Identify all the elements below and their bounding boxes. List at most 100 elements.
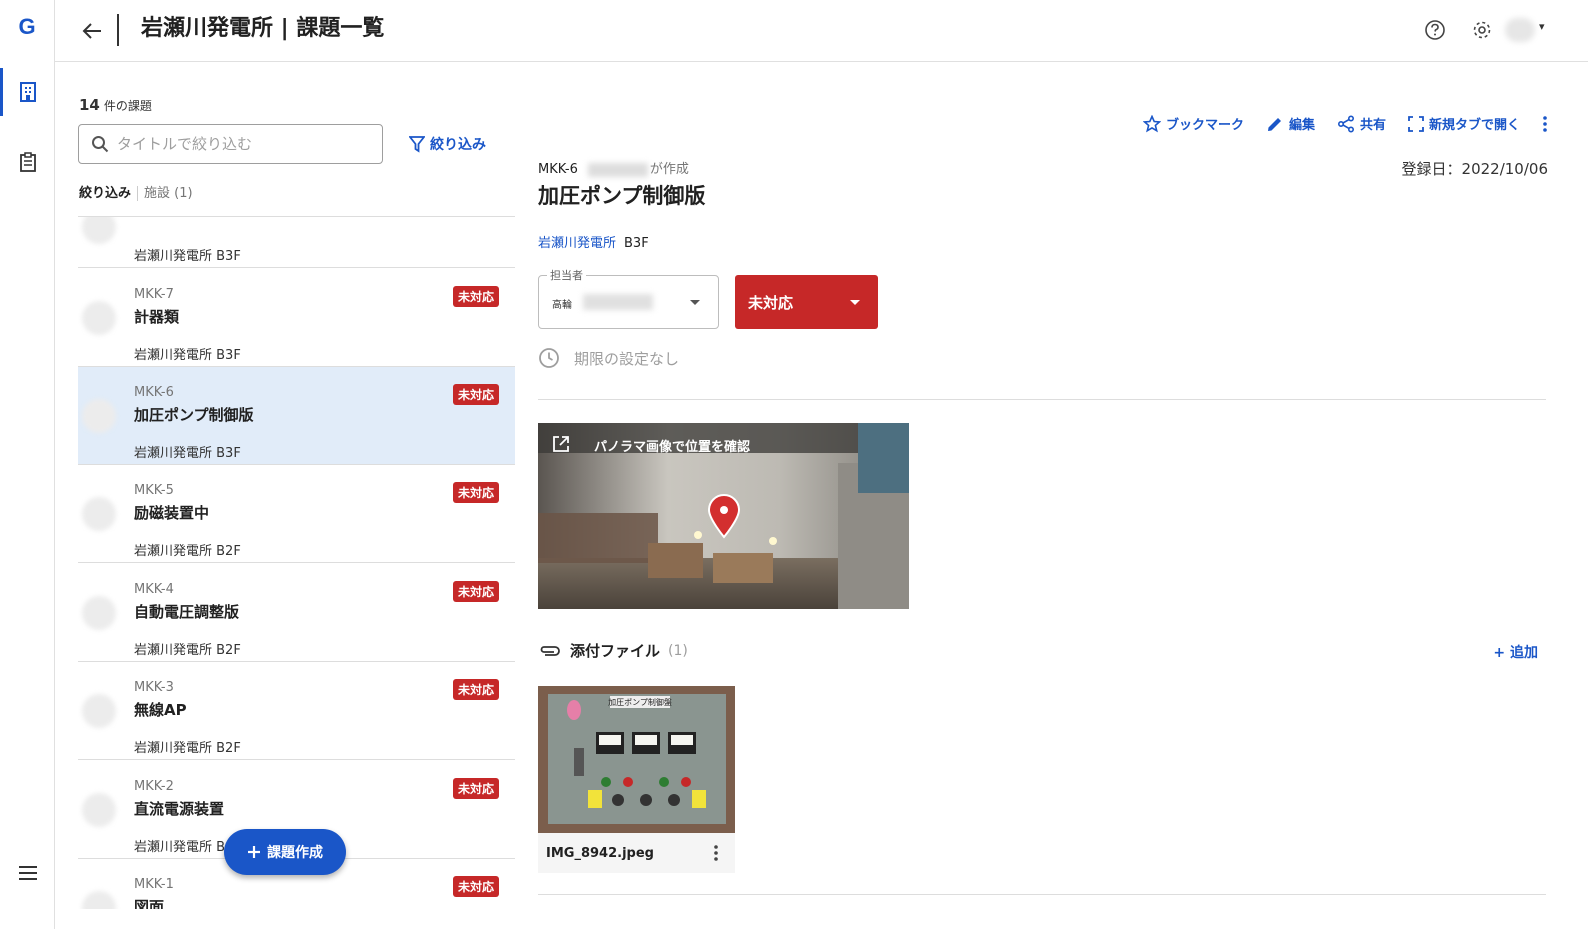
issue-code: MKK-6 が作成 bbox=[538, 162, 689, 177]
deadline-field[interactable]: 期限の設定なし bbox=[538, 347, 679, 369]
share-button[interactable]: 共有 bbox=[1337, 114, 1386, 133]
status-select[interactable]: 未対応 bbox=[735, 275, 878, 329]
avatar bbox=[82, 793, 116, 827]
divider bbox=[538, 399, 1546, 400]
item-code: MKK-6 bbox=[134, 385, 174, 400]
item-location: 岩瀬川発電所 B3F bbox=[134, 348, 241, 363]
dropdown-arrow-icon bbox=[690, 300, 700, 305]
registered-date: 登録日：2022/10/06 bbox=[1401, 160, 1548, 178]
item-title: 加圧ポンプ制御版 bbox=[134, 406, 254, 424]
item-code: MKK-4 bbox=[134, 582, 174, 597]
clock-icon bbox=[539, 348, 559, 368]
more-options-button[interactable] bbox=[1542, 115, 1548, 133]
back-button[interactable] bbox=[77, 16, 107, 46]
avatar bbox=[82, 497, 116, 531]
panorama-preview[interactable]: パノラマ画像で位置を確認 bbox=[538, 423, 909, 609]
active-filters: 絞り込み 施設 (1) bbox=[79, 182, 193, 201]
item-title: 計器類 bbox=[134, 308, 180, 326]
avatar bbox=[82, 596, 116, 630]
issue-detail-panel: ブックマーク 編集 共有 新規タブで開く MKK-6 が作成 登録日：2022/1… bbox=[538, 62, 1548, 929]
building-icon bbox=[19, 82, 36, 102]
search-icon bbox=[92, 136, 109, 153]
avatar bbox=[82, 399, 116, 433]
item-title: 図面 bbox=[134, 898, 165, 909]
attachment-thumbnail[interactable]: 加圧ポンプ制御盤 bbox=[538, 686, 735, 833]
page-title: 岩瀬川発電所 | 課題一覧 bbox=[141, 16, 385, 41]
nav-tasks[interactable] bbox=[0, 138, 55, 186]
filter-button[interactable]: 絞り込み bbox=[409, 134, 486, 154]
top-header: 岩瀬川発電所 | 課題一覧 ▾ bbox=[55, 0, 1588, 62]
add-attachment-button[interactable]: + 追加 bbox=[1493, 642, 1538, 662]
item-location: 岩瀬川発電所 B2F bbox=[134, 544, 241, 559]
item-location: 岩瀬川発電所 B3F bbox=[134, 249, 241, 264]
issue-location: 岩瀬川発電所 B3F bbox=[538, 232, 649, 251]
nav-buildings[interactable] bbox=[0, 68, 55, 116]
fullscreen-icon bbox=[1408, 115, 1424, 132]
search-input[interactable] bbox=[117, 135, 367, 153]
location-link[interactable]: 岩瀬川発電所 bbox=[538, 236, 616, 251]
hamburger-icon bbox=[18, 866, 37, 880]
side-rail: G bbox=[0, 0, 55, 929]
issue-count: 14 件の課題 bbox=[79, 96, 152, 114]
item-location: 岩瀬川発電所 B3F bbox=[134, 446, 241, 461]
list-item[interactable]: MKK-4 自動電圧調整版 岩瀬川発電所 B2F 未対応 bbox=[78, 564, 515, 662]
list-item[interactable]: MKK-3 無線AP 岩瀬川発電所 B2F 未対応 bbox=[78, 662, 515, 760]
issue-title: 加圧ポンプ制御版 bbox=[538, 184, 706, 208]
list-item[interactable]: MKK-5 励磁装置中 岩瀬川発電所 B2F 未対応 bbox=[78, 465, 515, 563]
item-title: 無線AP bbox=[134, 701, 187, 719]
star-icon bbox=[1142, 114, 1161, 132]
attachment-filename: IMG_8942.jpeg bbox=[546, 846, 654, 861]
map-pin-icon bbox=[707, 494, 741, 539]
more-vertical-icon bbox=[714, 845, 718, 861]
status-badge: 未対応 bbox=[452, 384, 499, 405]
search-field[interactable] bbox=[78, 124, 383, 164]
attachment-card[interactable]: 加圧ポンプ制御盤 IMG_8942.jpeg bbox=[538, 686, 735, 873]
user-avatar[interactable] bbox=[1505, 18, 1535, 42]
bookmark-button[interactable]: ブックマーク bbox=[1142, 114, 1244, 133]
list-item[interactable]: MKK-7 計器類 岩瀬川発電所 B3F 未対応 bbox=[78, 269, 515, 367]
create-issue-button[interactable]: 課題作成 bbox=[224, 829, 346, 875]
floor-label: B3F bbox=[624, 236, 649, 251]
assignee-label: 担当者 bbox=[547, 267, 586, 283]
issue-list[interactable]: 岩瀬川発電所 B3F MKK-7 計器類 岩瀬川発電所 B3F 未対応 MKK-… bbox=[78, 216, 515, 909]
chevron-down-icon[interactable]: ▾ bbox=[1539, 20, 1545, 33]
assignee-select[interactable]: 担当者 高輪 bbox=[538, 267, 719, 329]
arrow-left-icon bbox=[82, 23, 101, 39]
svg-text:加圧ポンプ制御盤: 加圧ポンプ制御盤 bbox=[608, 697, 672, 707]
app-logo[interactable]: G bbox=[14, 14, 40, 40]
dropdown-arrow-icon bbox=[850, 300, 860, 305]
item-code: MKK-5 bbox=[134, 483, 174, 498]
filter-label: 絞り込み bbox=[79, 186, 132, 201]
open-new-tab-button[interactable]: 新規タブで開く bbox=[1408, 114, 1520, 133]
detail-actions: ブックマーク 編集 共有 新規タブで開く bbox=[1142, 114, 1548, 133]
avatar bbox=[82, 217, 116, 244]
menu-button[interactable] bbox=[0, 849, 55, 897]
filter-chip-facility[interactable]: 施設 (1) bbox=[137, 186, 193, 201]
status-badge: 未対応 bbox=[452, 679, 499, 700]
help-button[interactable] bbox=[1421, 16, 1449, 44]
item-location: 岩瀬川発電所 B2F bbox=[134, 643, 241, 658]
edit-button[interactable]: 編集 bbox=[1266, 114, 1315, 133]
avatar bbox=[82, 301, 116, 335]
share-icon bbox=[1337, 114, 1354, 133]
settings-button[interactable] bbox=[1468, 16, 1496, 44]
status-badge: 未対応 bbox=[452, 286, 499, 307]
item-location: 岩瀬川発電所 B2F bbox=[134, 741, 241, 756]
list-item[interactable]: 岩瀬川発電所 B3F bbox=[78, 217, 515, 268]
gear-icon bbox=[1473, 21, 1491, 39]
attachment-more-button[interactable] bbox=[713, 844, 719, 866]
help-icon bbox=[1425, 20, 1445, 40]
pencil-icon bbox=[1267, 117, 1281, 131]
issue-list-panel: 14件の課題 絞り込み 絞り込み施設 (1) 岩瀬川発電所 B3F MKK-7 … bbox=[55, 62, 530, 929]
plus-icon bbox=[248, 846, 260, 858]
panorama-label: パノラマ画像で位置を確認 bbox=[594, 440, 751, 455]
assignee-avatar-text: 高輪 bbox=[552, 300, 572, 311]
clipboard-icon bbox=[19, 152, 36, 172]
item-code: MKK-2 bbox=[134, 779, 174, 794]
item-code: MKK-1 bbox=[134, 877, 174, 892]
list-item-selected[interactable]: MKK-6 加圧ポンプ制御版 岩瀬川発電所 B3F 未対応 bbox=[78, 367, 515, 465]
item-code: MKK-3 bbox=[134, 680, 174, 695]
divider bbox=[538, 894, 1546, 895]
avatar bbox=[82, 891, 116, 909]
external-link-icon bbox=[553, 436, 569, 452]
